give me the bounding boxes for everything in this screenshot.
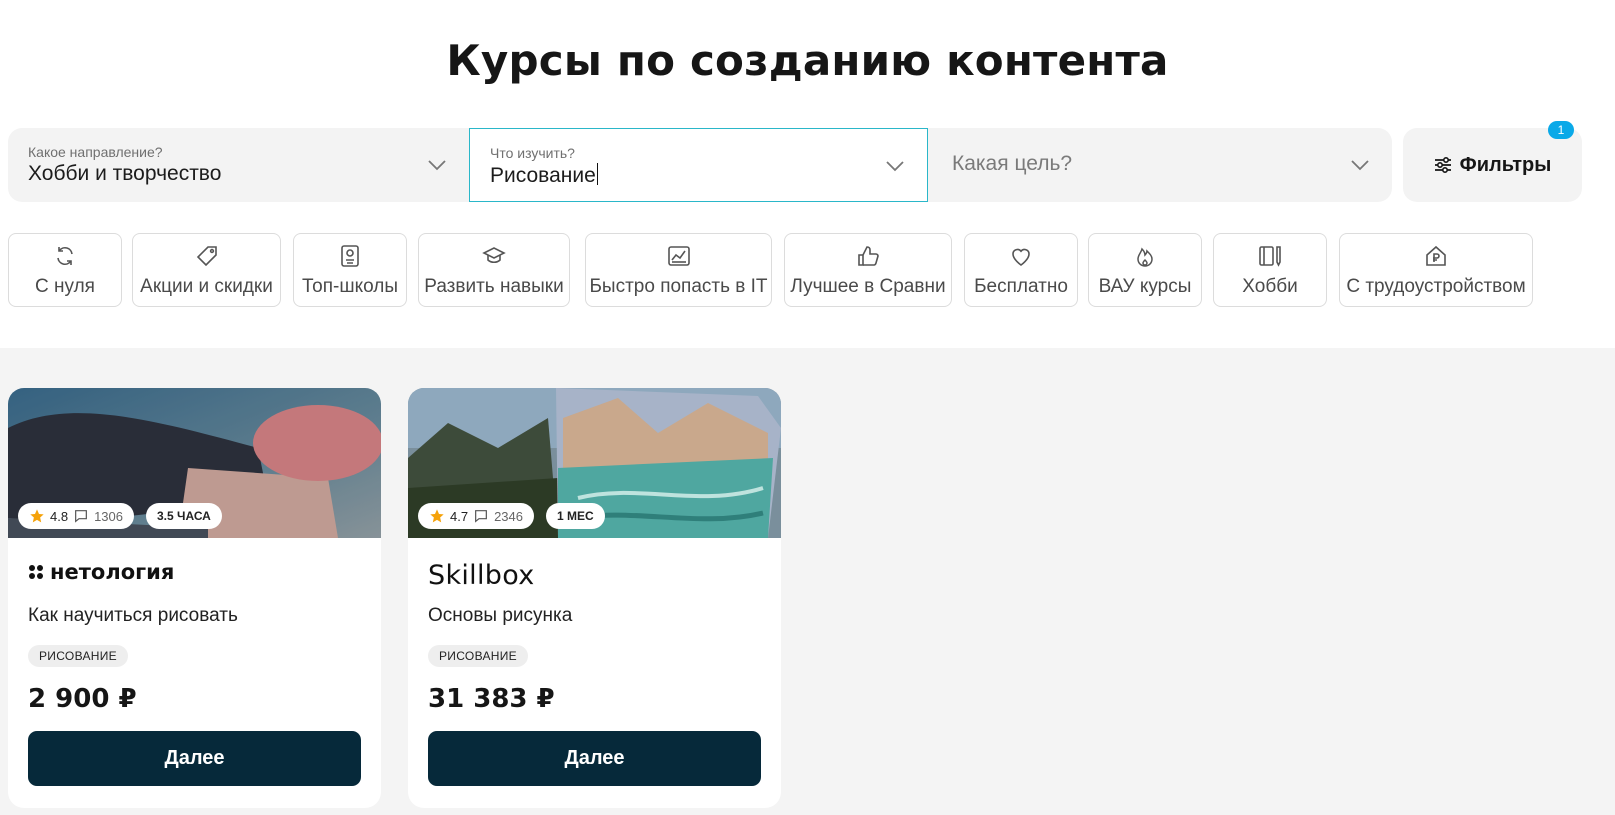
house-ruble-icon — [1426, 245, 1446, 266]
search-bar: Какое направление? Хобби и творчество Чт… — [8, 128, 1392, 202]
chip-top-schools[interactable]: Топ-школы — [293, 233, 407, 307]
duration-pill: 1 МЕС — [546, 503, 605, 529]
heart-icon — [1012, 248, 1030, 266]
chip-label: С нуля — [35, 276, 95, 297]
goal-select[interactable]: Какая цель? — [928, 128, 1392, 202]
fire-icon — [1137, 247, 1153, 267]
chip-label: Хобби — [1242, 276, 1298, 297]
text-cursor — [596, 163, 599, 185]
filters-count-badge: 1 — [1548, 121, 1574, 139]
tag-icon — [196, 246, 217, 267]
goal-placeholder: Какая цель? — [952, 152, 1073, 175]
subject-value: Рисование — [490, 164, 596, 187]
course-card[interactable]: 4.8 1306 3.5 ЧАСА нетология Как научитьс… — [8, 388, 381, 808]
chip-wow[interactable]: ВАУ курсы — [1088, 233, 1202, 307]
sliders-icon — [1434, 156, 1451, 174]
chip-free[interactable]: Бесплатно — [964, 233, 1078, 307]
refresh-icon — [57, 246, 73, 266]
details-button[interactable]: Далее — [28, 731, 361, 786]
graduation-cap-icon — [482, 247, 506, 264]
course-name: Основы рисунка — [428, 605, 573, 626]
page: Курсы по созданию контента Какое направл… — [0, 0, 1615, 815]
details-button[interactable]: Далее — [428, 731, 761, 786]
rating-value: 4.8 — [50, 508, 69, 524]
chevron-down-icon — [1351, 160, 1369, 171]
chip-develop-skills[interactable]: Развить навыки — [418, 233, 570, 307]
school-logo-skillbox: Skillbox — [428, 560, 535, 591]
chevron-down-icon — [886, 161, 904, 172]
chip-label: Топ-школы — [302, 276, 398, 297]
results-area: 4.8 1306 3.5 ЧАСА нетология Как научитьс… — [0, 348, 1615, 815]
direction-value: Хобби и творчество — [28, 162, 222, 185]
school-logo-netology: нетология — [28, 560, 174, 584]
filters-label: Фильтры — [1459, 153, 1552, 176]
direction-select[interactable]: Какое направление? Хобби и творчество — [8, 128, 469, 202]
rating-value: 4.7 — [450, 508, 469, 524]
star-icon — [430, 509, 444, 523]
reviews-count: 2346 — [494, 508, 523, 524]
certificate-icon — [341, 245, 359, 267]
chip-hobby[interactable]: Хобби — [1213, 233, 1327, 307]
course-tag: РИСОВАНИЕ — [28, 645, 128, 667]
comment-icon — [75, 510, 88, 523]
subject-input[interactable]: Рисование — [490, 163, 599, 188]
rating-pill: 4.8 1306 — [18, 503, 134, 529]
chip-label: Быстро попасть в IT — [589, 276, 768, 297]
chevron-down-icon — [428, 160, 446, 171]
filters-button[interactable]: Фильтры — [1403, 128, 1582, 202]
course-tag: РИСОВАНИЕ — [428, 645, 528, 667]
course-name: Как научиться рисовать — [28, 605, 238, 626]
chip-label: Развить навыки — [424, 276, 564, 297]
subject-label: Что изучить? — [490, 145, 575, 161]
chip-fast-it[interactable]: Быстро попасть в IT — [585, 233, 772, 307]
subject-select[interactable]: Что изучить? Рисование — [469, 128, 928, 202]
thumbs-up-icon — [858, 246, 879, 266]
school-name: нетология — [50, 560, 175, 584]
direction-label: Какое направление? — [28, 144, 163, 160]
rating-pill: 4.7 2346 — [418, 503, 534, 529]
chip-from-scratch[interactable]: С нуля — [8, 233, 122, 307]
chip-label: С трудоустройством — [1346, 276, 1526, 297]
reviews-count: 1306 — [94, 508, 123, 524]
duration-pill: 3.5 ЧАСА — [146, 503, 222, 529]
chip-employment[interactable]: С трудоустройством — [1339, 233, 1533, 307]
chip-label: Акции и скидки — [140, 276, 273, 297]
chip-best-sravni[interactable]: Лучшее в Сравни — [784, 233, 952, 307]
chip-label: ВАУ курсы — [1098, 276, 1192, 297]
chart-icon — [667, 246, 690, 266]
page-title: Курсы по созданию контента — [446, 36, 1169, 85]
course-price: 31 383 ₽ — [428, 684, 555, 714]
chip-sales[interactable]: Акции и скидки — [132, 233, 281, 307]
star-icon — [30, 509, 44, 523]
netology-logo-icon — [29, 565, 43, 579]
book-pen-icon — [1259, 246, 1281, 267]
chip-label: Бесплатно — [974, 276, 1068, 297]
course-price: 2 900 ₽ — [28, 684, 137, 714]
course-card[interactable]: 4.7 2346 1 МЕС Skillbox Основы рисунка Р… — [408, 388, 781, 808]
chip-label: Лучшее в Сравни — [790, 276, 946, 297]
comment-icon — [475, 510, 488, 523]
